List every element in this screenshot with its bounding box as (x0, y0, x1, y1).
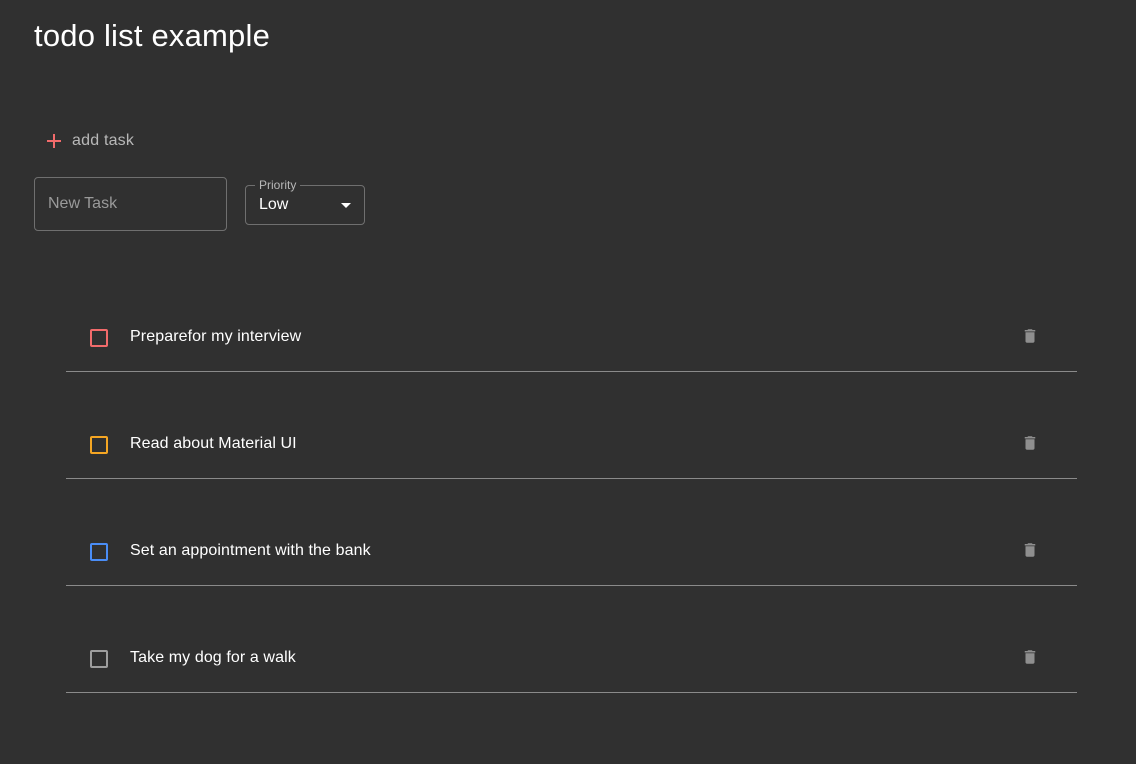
task-list-item: Take my dog for a walk (66, 624, 1077, 693)
trash-icon (1024, 543, 1036, 557)
delete-task-button[interactable] (1018, 431, 1042, 455)
task-text: Set an appointment with the bank (130, 542, 371, 559)
task-checkbox[interactable] (90, 436, 108, 454)
arrow-drop-down-icon (341, 203, 351, 208)
task-list-item: Set an appointment with the bank (66, 517, 1077, 586)
trash-icon (1024, 436, 1036, 450)
task-text: Read about Material UI (130, 435, 297, 452)
page-title: todo list example (34, 18, 271, 53)
trash-icon (1024, 329, 1036, 343)
priority-select[interactable]: Priority Low (245, 178, 365, 225)
priority-selected-value: Low (259, 196, 289, 213)
task-list: Preparefor my interview Read about Mater… (66, 303, 1077, 731)
priority-label: Priority (255, 178, 301, 192)
trash-icon (1024, 650, 1036, 664)
todo-page: todo list example add task Priority Low … (0, 0, 1136, 764)
delete-task-button[interactable] (1018, 645, 1042, 669)
delete-task-button[interactable] (1018, 324, 1042, 348)
add-task-label: add task (72, 132, 135, 149)
new-task-field (34, 177, 227, 231)
task-list-item: Read about Material UI (66, 410, 1077, 479)
task-list-item: Preparefor my interview (66, 303, 1077, 372)
new-task-input[interactable] (35, 178, 226, 230)
task-checkbox[interactable] (90, 329, 108, 347)
plus-icon (47, 134, 61, 148)
task-text: Take my dog for a walk (130, 649, 296, 666)
task-checkbox[interactable] (90, 543, 108, 561)
task-checkbox[interactable] (90, 650, 108, 668)
add-task-button[interactable]: add task (38, 124, 142, 158)
task-text: Preparefor my interview (130, 328, 302, 345)
delete-task-button[interactable] (1018, 538, 1042, 562)
